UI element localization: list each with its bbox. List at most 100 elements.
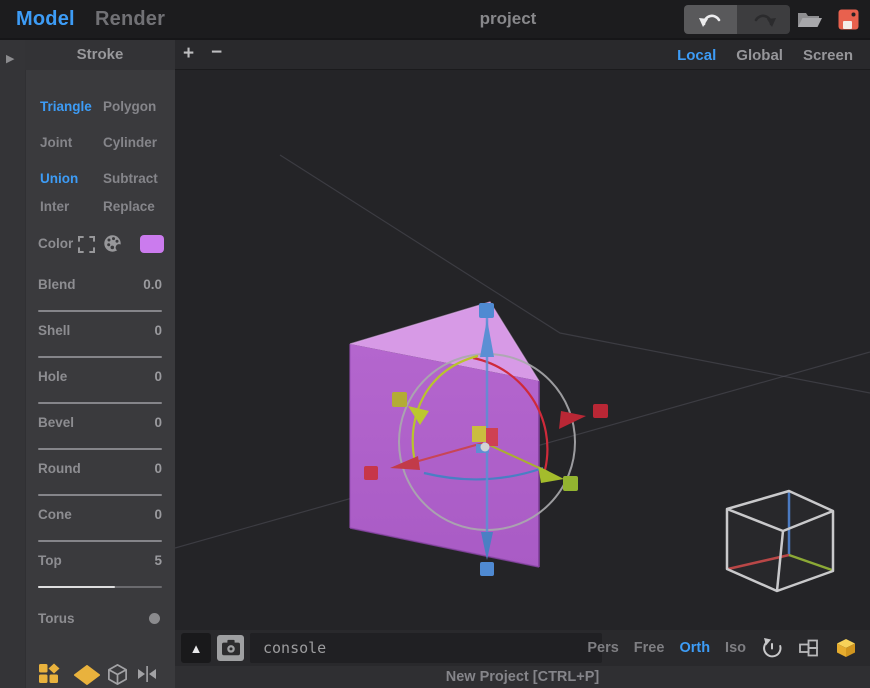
gizmo-center-yellow-face[interactable]	[472, 426, 486, 442]
space-screen[interactable]: Screen	[803, 47, 853, 64]
palette-icon	[103, 234, 122, 253]
redo-icon	[752, 10, 776, 30]
bool-union[interactable]: Union	[40, 171, 78, 186]
gizmo-z-pos-cone[interactable]	[538, 466, 564, 483]
bool-replace[interactable]: Replace	[103, 199, 155, 214]
slider-top-label: Top	[38, 553, 62, 568]
open-file-button[interactable]	[797, 10, 823, 29]
sidebar-collapse-strip[interactable]: ▶	[0, 40, 25, 688]
zoom-in-button[interactable]: +	[183, 40, 194, 68]
gizmo-x-pos-cone[interactable]	[559, 411, 586, 429]
projection-free[interactable]: Free	[634, 640, 665, 656]
gizmo-y-up-handle[interactable]	[479, 303, 494, 318]
gizmo-y-down-handle[interactable]	[480, 562, 494, 576]
diamond-tool-button[interactable]	[74, 665, 100, 685]
tab-model[interactable]: Model	[16, 0, 75, 38]
projection-iso[interactable]: Iso	[725, 640, 746, 656]
quad-view-button[interactable]	[798, 637, 820, 659]
folder-open-icon	[797, 10, 823, 29]
slider-top-fill	[38, 586, 115, 588]
space-mode-tabs: Local Global Screen	[677, 40, 870, 70]
panel-toggle-icon[interactable]: ▶	[6, 52, 14, 65]
viewport-toolbar: + − Local Global Screen	[175, 40, 870, 70]
slider-cone-label: Cone	[38, 507, 72, 522]
box-view-button[interactable]	[835, 637, 857, 659]
zoom-out-button[interactable]: −	[211, 39, 222, 67]
slider-blend-track[interactable]	[38, 310, 162, 312]
slider-round-track[interactable]	[38, 494, 162, 496]
status-text: New Project [CTRL+P]	[445, 669, 600, 685]
space-local[interactable]: Local	[677, 47, 716, 64]
undo-button[interactable]	[684, 5, 737, 34]
save-button[interactable]	[838, 9, 859, 30]
app-window: { "header": { "tabs": [ {"label": "Model…	[0, 0, 870, 688]
color-label: Color	[38, 236, 74, 251]
shapes-tool-button[interactable]	[38, 663, 60, 685]
stroke-type-joint[interactable]: Joint	[40, 135, 72, 150]
slider-bevel-value: 0	[154, 415, 162, 430]
gizmo-x-neg-handle[interactable]	[364, 466, 378, 480]
projection-pers[interactable]: Pers	[587, 640, 618, 656]
console-expand-button[interactable]: ▲	[181, 633, 211, 663]
stroke-type-cylinder[interactable]: Cylinder	[103, 135, 157, 150]
gizmo-z-neg-handle[interactable]	[392, 392, 407, 407]
slider-round-value: 0	[154, 461, 162, 476]
space-global[interactable]: Global	[736, 47, 783, 64]
rotate-ccw-icon	[763, 638, 782, 658]
reset-view-button[interactable]	[761, 637, 783, 659]
slider-bevel-track[interactable]	[38, 448, 162, 450]
color-swatch[interactable]	[140, 235, 164, 253]
wireframe-cube-icon	[106, 663, 129, 686]
slider-hole-label: Hole	[38, 369, 68, 384]
mirror-triangles-icon	[136, 663, 158, 685]
slider-blend-label: Blend	[38, 277, 76, 292]
slider-top-track[interactable]	[38, 586, 162, 588]
stroke-type-polygon[interactable]: Polygon	[103, 99, 156, 114]
projection-controls: Pers Free Orth Iso	[587, 630, 870, 666]
status-bar: New Project [CTRL+P]	[175, 666, 870, 688]
bool-intersect[interactable]: Inter	[40, 199, 69, 214]
triangle-up-icon: ▲	[189, 640, 203, 656]
torus-label: Torus	[38, 611, 75, 626]
stroke-type-triangle[interactable]: Triangle	[40, 99, 92, 114]
tab-render[interactable]: Render	[95, 0, 165, 38]
slider-hole-track[interactable]	[38, 402, 162, 404]
viewport-canvas[interactable]	[174, 70, 870, 630]
mirror-tool-button[interactable]	[136, 663, 158, 685]
slider-top-value: 5	[154, 553, 162, 568]
screenshot-button[interactable]	[217, 635, 244, 661]
sidebar-header: Stroke	[25, 40, 175, 70]
layout-cells-icon	[799, 639, 818, 657]
slider-hole-value: 0	[154, 369, 162, 384]
undo-icon	[698, 10, 723, 30]
color-pick-button[interactable]	[78, 236, 95, 253]
app-header: Model Render project	[0, 0, 870, 40]
sidebar-title: Stroke	[76, 46, 124, 63]
camera-icon	[221, 639, 241, 657]
mesh-view-button[interactable]	[106, 663, 129, 686]
gizmo-x-pos-handle[interactable]	[593, 404, 608, 418]
corner-brackets-icon	[78, 236, 95, 253]
redo-button[interactable]	[737, 5, 790, 34]
slider-cone-track[interactable]	[38, 540, 162, 542]
palette-button[interactable]	[103, 234, 122, 253]
console-input[interactable]	[250, 633, 602, 663]
shapes-grid-icon	[38, 663, 60, 685]
bool-subtract[interactable]: Subtract	[103, 171, 158, 186]
slider-shell-label: Shell	[38, 323, 71, 338]
slider-shell-track[interactable]	[38, 356, 162, 358]
project-title: project	[479, 9, 537, 28]
slider-cone-value: 0	[154, 507, 162, 522]
slider-round-label: Round	[38, 461, 81, 476]
orientation-cube[interactable]	[725, 489, 835, 593]
projection-orth[interactable]: Orth	[679, 640, 710, 656]
slider-blend-value: 0.0	[143, 277, 162, 292]
gizmo-z-pos-handle[interactable]	[563, 476, 578, 491]
console-bar: ▲ Pers Free Orth Iso	[175, 630, 870, 666]
gizmo-center-red-face[interactable]	[486, 428, 498, 446]
slider-shell-value: 0	[154, 323, 162, 338]
yellow-cube-icon	[837, 639, 855, 657]
gizmo-center-sphere[interactable]	[480, 442, 490, 452]
diamond-icon	[74, 665, 100, 685]
torus-toggle[interactable]	[149, 613, 160, 624]
